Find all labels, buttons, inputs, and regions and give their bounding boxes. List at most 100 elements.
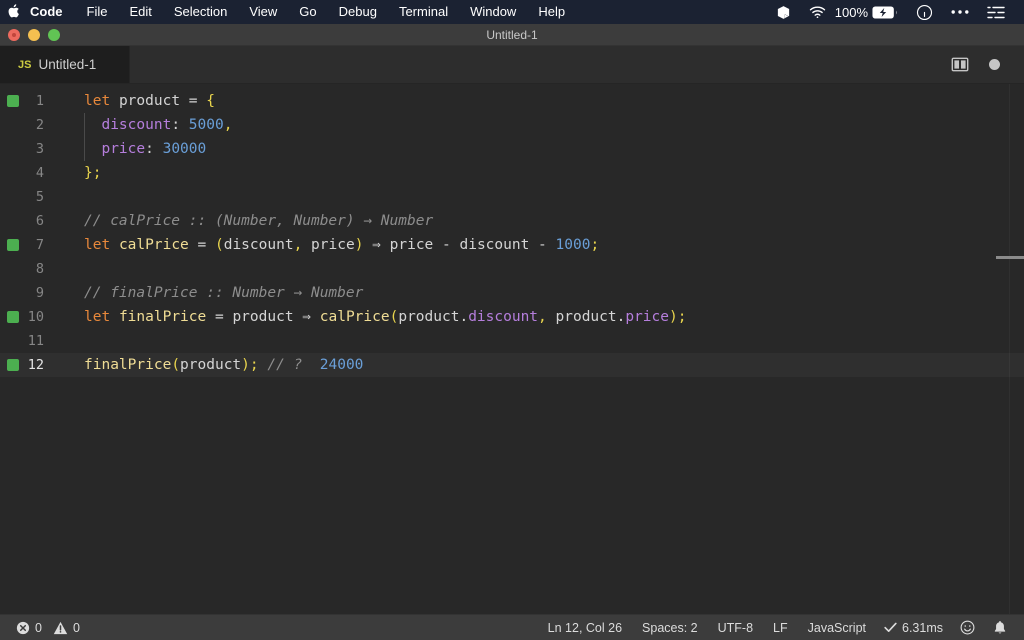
code-token: price bbox=[625, 309, 669, 325]
code-line[interactable]: 4}; bbox=[0, 161, 1024, 185]
code-line[interactable]: 2 discount: 5000, bbox=[0, 113, 1024, 137]
code-line[interactable]: 9 // finalPrice :: Number → Number bbox=[0, 281, 1024, 305]
menu-bar-items: Code File Edit Selection View Go Debug T… bbox=[0, 0, 576, 24]
code-token: , bbox=[293, 237, 303, 253]
menu-item-help[interactable]: Help bbox=[527, 0, 576, 24]
run-time-status[interactable]: 6.31ms bbox=[876, 621, 951, 635]
error-count: 0 bbox=[35, 620, 42, 635]
code-token: = bbox=[188, 93, 198, 109]
smiley-icon bbox=[960, 620, 975, 635]
box-icon[interactable] bbox=[767, 0, 800, 24]
code-token: discount bbox=[101, 117, 172, 133]
menu-item-window[interactable]: Window bbox=[459, 0, 527, 24]
menu-item-file[interactable]: File bbox=[76, 0, 119, 24]
code-token: product bbox=[555, 309, 617, 325]
code-lines: 1 let product = {2 discount: 5000, 3 price… bbox=[0, 84, 1024, 377]
code-token: discount bbox=[468, 309, 539, 325]
feedback-button[interactable] bbox=[951, 620, 984, 635]
code-token: let bbox=[84, 93, 111, 109]
menu-item-selection[interactable]: Selection bbox=[163, 0, 238, 24]
line-number: 2 bbox=[35, 117, 44, 133]
code-token: discount bbox=[459, 237, 530, 253]
code-token: 5000 bbox=[188, 117, 224, 133]
code-token: { bbox=[206, 93, 215, 109]
vscode-window: Untitled-1 JS Untitled-1 1 let product =… bbox=[0, 24, 1024, 640]
code-token: finalPrice bbox=[118, 309, 207, 325]
ellipsis-icon[interactable] bbox=[942, 0, 978, 24]
code-line[interactable]: 10 let finalPrice = product ⇒ calPrice(pr… bbox=[0, 305, 1024, 329]
code-token: // finalPrice :: Number → Number bbox=[84, 285, 364, 301]
tab-untitled-1[interactable]: JS Untitled-1 bbox=[0, 46, 130, 83]
menu-item-code[interactable]: Code bbox=[26, 0, 76, 24]
menu-item-go[interactable]: Go bbox=[288, 0, 327, 24]
code-editor[interactable]: 1 let product = {2 discount: 5000, 3 price… bbox=[0, 84, 1024, 614]
code-line[interactable]: 3 price: 30000 bbox=[0, 137, 1024, 161]
cursor-position-status[interactable]: Ln 12, Col 26 bbox=[538, 615, 632, 640]
notifications-button[interactable] bbox=[984, 620, 1016, 635]
unsaved-dot-icon[interactable] bbox=[979, 46, 1010, 84]
battery-charging-icon[interactable] bbox=[872, 0, 907, 24]
editor-scrollbar[interactable] bbox=[1009, 84, 1010, 614]
code-token: ( bbox=[214, 237, 224, 253]
language-mode-status[interactable]: JavaScript bbox=[798, 615, 876, 640]
code-line[interactable]: 8 bbox=[0, 257, 1024, 281]
wifi-icon[interactable] bbox=[800, 0, 835, 24]
code-token: , bbox=[223, 117, 233, 133]
code-line[interactable]: 1 let product = { bbox=[0, 89, 1024, 113]
code-token: - bbox=[529, 237, 556, 253]
code-token: ⇒ bbox=[302, 309, 312, 325]
menu-item-terminal[interactable]: Terminal bbox=[388, 0, 459, 24]
code-token: ; bbox=[677, 309, 687, 325]
code-token: = bbox=[214, 309, 224, 325]
code-token: price bbox=[311, 237, 355, 253]
status-bar-right: Ln 12, Col 26 Spaces: 2 UTF-8 LF JavaScr… bbox=[538, 615, 1024, 640]
indent-guide bbox=[84, 137, 85, 161]
line-number: 8 bbox=[35, 261, 44, 277]
warning-icon bbox=[53, 621, 68, 635]
code-token: discount bbox=[223, 237, 294, 253]
indentation-status[interactable]: Spaces: 2 bbox=[632, 615, 708, 640]
code-line[interactable]: 6 // calPrice :: (Number, Number) → Numbe… bbox=[0, 209, 1024, 233]
eol-status[interactable]: LF bbox=[763, 615, 798, 640]
code-token: : bbox=[145, 141, 163, 157]
code-token: price bbox=[389, 237, 434, 253]
siri-icon[interactable] bbox=[907, 0, 942, 24]
code-token: 1000 bbox=[555, 237, 591, 253]
bell-icon bbox=[993, 620, 1007, 635]
code-token: ; bbox=[92, 165, 102, 181]
menu-item-view[interactable]: View bbox=[238, 0, 288, 24]
battery-percent-label: 100% bbox=[834, 4, 868, 20]
overview-ruler-marker bbox=[996, 256, 1024, 259]
status-bar: 0 0 Ln 12, Col 26 Spaces: 2 UTF-8 LF Jav… bbox=[0, 614, 1024, 640]
control-center-icon[interactable] bbox=[978, 0, 1014, 24]
check-icon bbox=[884, 622, 897, 633]
problems-status[interactable]: 0 0 bbox=[10, 621, 86, 635]
line-content: }; bbox=[58, 161, 1024, 185]
code-line[interactable]: 7 let calPrice = (discount, price) ⇒ pric… bbox=[0, 233, 1024, 257]
code-line[interactable]: 11 bbox=[0, 329, 1024, 353]
editor-tab-bar: JS Untitled-1 bbox=[0, 46, 1024, 84]
code-line[interactable]: 5 bbox=[0, 185, 1024, 209]
line-number: 4 bbox=[35, 165, 44, 181]
code-line[interactable]: 12 finalPrice(product); // ? 24000 bbox=[0, 353, 1024, 377]
tab-bar-actions bbox=[941, 46, 1024, 83]
split-editor-icon[interactable] bbox=[941, 46, 979, 84]
apple-logo-icon[interactable] bbox=[0, 3, 26, 21]
menu-item-edit[interactable]: Edit bbox=[118, 0, 162, 24]
menu-item-debug[interactable]: Debug bbox=[328, 0, 388, 24]
code-token: // calPrice :: (Number, Number) → Number bbox=[84, 213, 434, 229]
line-number: 9 bbox=[35, 285, 44, 301]
encoding-status[interactable]: UTF-8 bbox=[708, 615, 763, 640]
code-token: let bbox=[84, 237, 111, 253]
